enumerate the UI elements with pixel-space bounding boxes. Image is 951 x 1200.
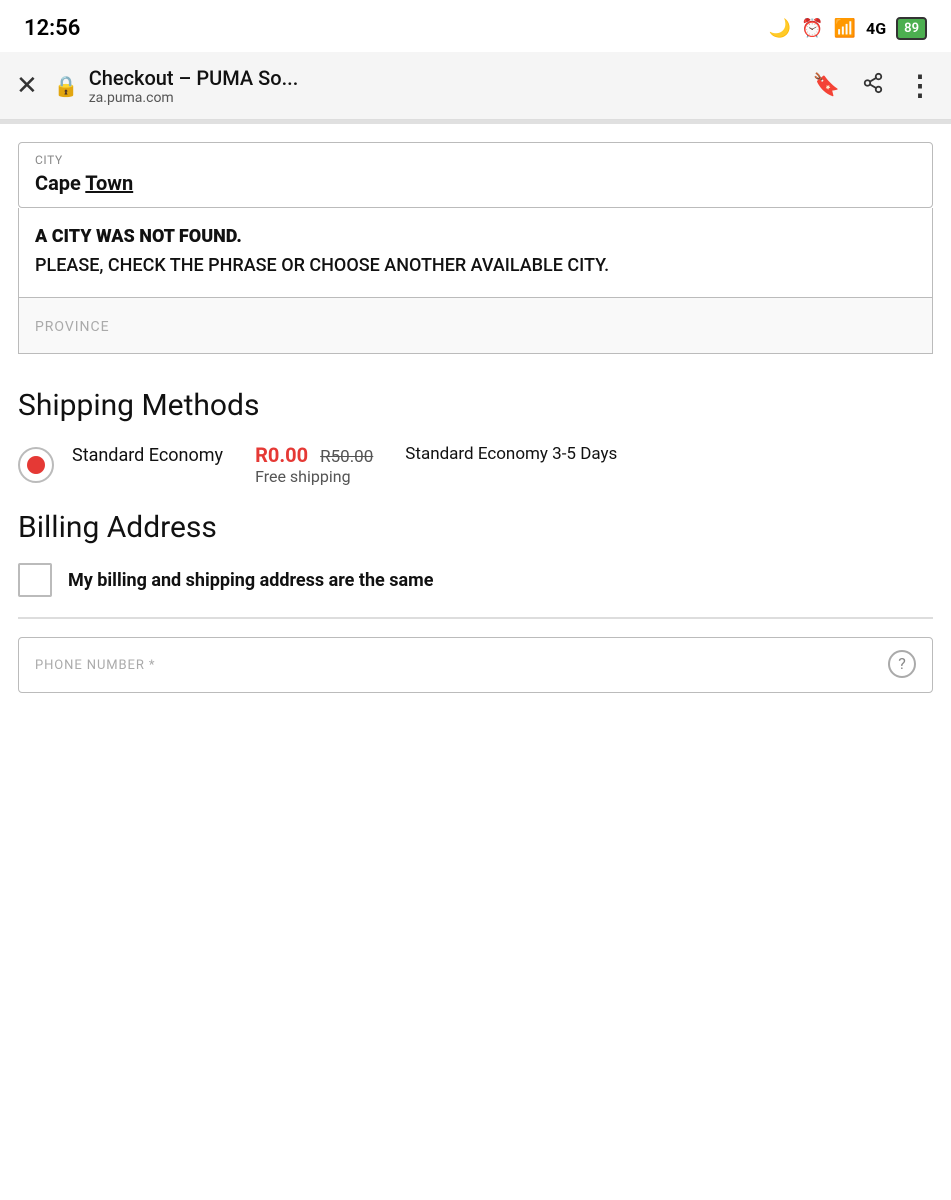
page-title: Checkout – PUMA So... [89,66,299,90]
shipping-price-old: R50.00 [320,447,373,467]
phone-field-wrapper[interactable]: PHONE NUMBER * ? [18,637,933,693]
battery-icon: 89 [896,17,927,40]
billing-section: Billing Address My billing and shipping … [0,510,951,597]
shipping-price-new: R0.00 [255,443,308,467]
shipping-name: Standard Economy [72,443,223,486]
signal-icon: 📶 [834,18,856,39]
page-content: CITY Cape Town A CITY WAS NOT FOUND. PLE… [0,142,951,693]
billing-checkbox-label: My billing and shipping address are the … [68,570,433,591]
shipping-radio[interactable] [18,447,54,483]
error-title: A CITY WAS NOT FOUND. [35,226,916,247]
error-box: A CITY WAS NOT FOUND. PLEASE, CHECK THE … [18,208,933,298]
url-text: za.puma.com [89,90,299,106]
shipping-methods-section: Shipping Methods Standard Economy R0.00 … [0,388,951,486]
more-icon[interactable]: ⋮ [906,69,935,102]
shipping-price-block: R0.00 R50.00 Free shipping [255,443,373,486]
status-bar: 12:56 🌙 ⏰ 📶 4G 89 [0,0,951,52]
network-icon: 4G [866,19,886,38]
billing-checkbox[interactable] [18,563,52,597]
moon-icon: 🌙 [769,18,791,39]
alarm-icon: ⏰ [801,18,823,39]
browser-chrome: ✕ 🔒 Checkout – PUMA So... za.puma.com 🔖 … [0,52,951,120]
shipping-price-row: R0.00 R50.00 [255,443,373,467]
province-label: PROVINCE [35,319,110,335]
radio-selected-dot [27,456,45,474]
address-bar: 🔒 Checkout – PUMA So... za.puma.com [54,66,797,106]
shipping-method-row: Standard Economy R0.00 R50.00 Free shipp… [18,443,933,486]
status-time: 12:56 [24,16,80,41]
shipping-methods-title: Shipping Methods [18,388,933,423]
lock-icon: 🔒 [54,74,79,98]
phone-field-content: PHONE NUMBER * [35,654,155,673]
status-icons: 🌙 ⏰ 📶 4G 89 [769,17,927,40]
share-icon[interactable] [862,72,884,100]
city-section: CITY Cape Town A CITY WAS NOT FOUND. PLE… [18,142,933,354]
browser-actions: 🔖 ⋮ [813,69,935,102]
city-input-wrapper[interactable]: CITY Cape Town [18,142,933,208]
top-divider [0,120,951,124]
bookmark-icon[interactable]: 🔖 [813,73,840,98]
address-text: Checkout – PUMA So... za.puma.com [89,66,299,106]
phone-help-icon[interactable]: ? [888,650,916,678]
city-label: CITY [35,153,916,167]
billing-title: Billing Address [18,510,933,545]
shipping-details: Standard Economy R0.00 R50.00 Free shipp… [72,443,933,486]
billing-checkbox-row: My billing and shipping address are the … [18,563,933,597]
shipping-description: Standard Economy 3-5 Days [405,443,617,486]
error-message: PLEASE, CHECK THE PHRASE OR CHOOSE ANOTH… [35,253,916,279]
shipping-free-label: Free shipping [255,467,373,486]
province-field[interactable]: PROVINCE [18,298,933,354]
section-divider [18,617,933,619]
phone-label: PHONE NUMBER * [35,658,155,673]
city-value: Cape Town [35,171,916,195]
close-button[interactable]: ✕ [16,73,38,99]
